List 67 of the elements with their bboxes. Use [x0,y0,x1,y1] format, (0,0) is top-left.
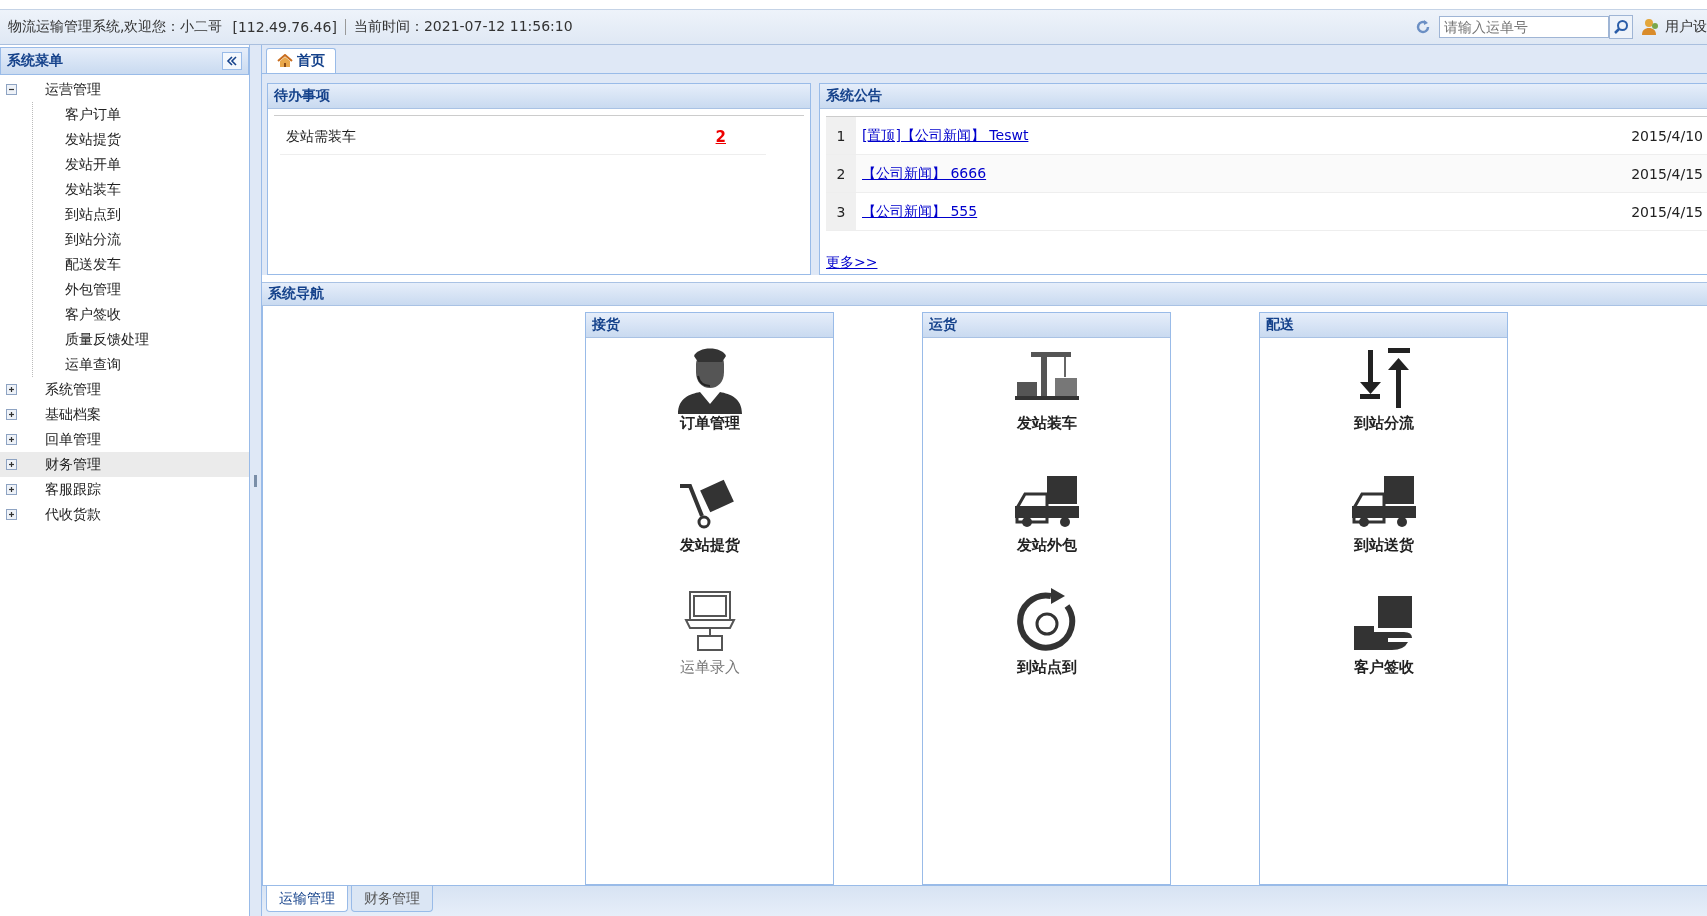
submenu-item[interactable]: 客户签收 [33,302,249,327]
double-chevron-icon [226,56,238,66]
bottom-tab[interactable]: 财务管理 [351,886,433,912]
todo-label: 发站需装车 [286,128,356,146]
panel-title: 待办事项 [274,87,330,105]
notice-link[interactable]: 【公司新闻】 555 [856,202,1632,221]
row-number: 2 [826,155,856,192]
panel-title: 系统公告 [826,87,882,105]
todo-count-link[interactable]: 2 [715,128,726,146]
minus-icon[interactable] [6,84,17,95]
house-icon [277,54,293,68]
navigation-shortcut[interactable]: 到站分流 [1260,338,1507,460]
submenu-item[interactable]: 质量反馈处理 [33,327,249,352]
plus-icon[interactable] [6,484,17,495]
plus-icon[interactable] [6,409,17,420]
menu-item[interactable]: 基础档案 [0,402,249,427]
row-number: 3 [826,193,856,230]
notice-link[interactable]: 【公司新闻】 6666 [856,164,1632,183]
menu-item[interactable]: 财务管理 [0,452,249,477]
panel-title: 系统导航 [268,285,324,303]
submenu-item[interactable]: 运单查询 [33,352,249,377]
user-settings-link[interactable]: 用户设 [1665,18,1707,36]
submenu-item[interactable]: 到站点到 [33,202,249,227]
sidebar-title: 系统菜单 [7,52,63,70]
welcome-text: 物流运输管理系统,欢迎您：小二哥 [8,18,223,36]
ip-address: [112.49.76.46] [232,19,346,35]
navigation-shortcut[interactable]: 订单管理 [586,338,833,460]
menu-item[interactable]: 回单管理 [0,427,249,452]
search-button[interactable] [1609,15,1633,39]
home-tab[interactable]: 首页 [266,48,336,73]
row-number: 1 [826,117,856,154]
navigation-shortcut[interactable]: 到站送货 [1260,460,1507,582]
submenu-item[interactable]: 外包管理 [33,277,249,302]
notice-date: 2015/4/15 [1631,203,1704,220]
waybill-search-field[interactable]: 请输入运单号 [1439,16,1609,38]
notice-link[interactable]: [置顶]【公司新闻】 Teswt [856,126,1632,145]
submenu-item[interactable]: 发站开单 [33,152,249,177]
submenu-item[interactable]: 客户订单 [33,102,249,127]
more-link[interactable]: 更多>> [826,254,1707,272]
submenu-item[interactable]: 发站装车 [33,177,249,202]
navigation-shortcut[interactable]: 发站提货 [586,460,833,582]
current-time: 当前时间：2021-07-12 11:56:10 [353,18,573,36]
bottom-tab[interactable]: 运输管理 [266,886,348,912]
plus-icon[interactable] [6,434,17,445]
plus-icon[interactable] [6,384,17,395]
plus-icon[interactable] [6,459,17,470]
navigation-shortcut[interactable]: 到站点到 [923,582,1170,704]
navigation-shortcut[interactable]: 客户签收 [1260,582,1507,704]
menu-item[interactable]: 客服跟踪 [0,477,249,502]
collapse-button[interactable] [222,52,242,70]
navigation-shortcut[interactable]: 发站外包 [923,460,1170,582]
search-icon [1613,19,1629,35]
menu-item[interactable]: 代收货款 [0,502,249,527]
column-title: 接货 [592,316,620,334]
submenu-item[interactable]: 到站分流 [33,227,249,252]
notice-date: 2015/4/15 [1631,165,1704,182]
submenu-item[interactable]: 配送发车 [33,252,249,277]
plus-icon[interactable] [6,509,17,520]
notice-date: 2015/4/10 [1631,127,1704,144]
submenu-item[interactable]: 发站提货 [33,127,249,152]
navigation-shortcut[interactable]: 发站装车 [923,338,1170,460]
menu-item[interactable]: 运营管理 [0,77,249,102]
column-title: 配送 [1266,316,1294,334]
menu-item[interactable]: 系统管理 [0,377,249,402]
column-title: 运货 [929,316,957,334]
refresh-icon[interactable] [1415,19,1431,35]
users-icon [1641,17,1661,37]
